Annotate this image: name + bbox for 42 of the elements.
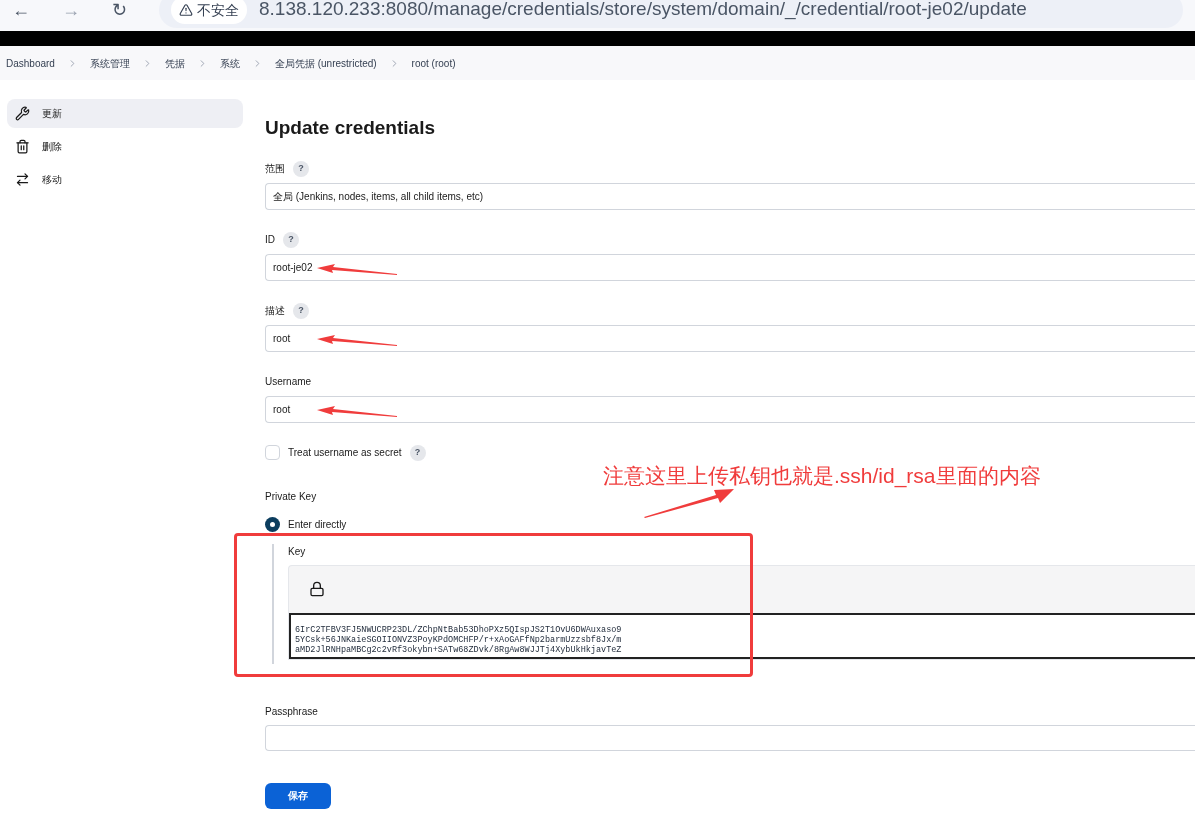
sidebar-item[interactable]: 更新 [7,99,243,128]
field-label: Private Key [265,489,318,504]
breadcrumb-link[interactable]: Dashboard [6,55,55,71]
field-label: ID [265,233,275,247]
breadcrumb-link[interactable]: root (root) [411,55,456,71]
breadcrumb-link[interactable]: 凭据 [164,55,185,71]
url-text: 8.138.120.233:8080/manage/credentials/store/system/domain/_/credential/root-je02/update [259,0,1027,22]
address-bar[interactable]: 不安全 8.138.120.233:8080/manage/credentials/store/system/domain/_/credential/root-je02/update [159,0,1183,28]
annotation-text: 注意这里上传私钥也就是.ssh/id_rsa里面的内容 [603,463,1041,490]
sidebar-item[interactable]: 删除 [7,132,243,161]
lock-icon [309,581,325,597]
checkbox-label: Treat username as secret [288,446,402,460]
reload-button[interactable]: ↻ [112,0,127,24]
radio-label: Enter directly [288,517,347,532]
text-field[interactable]: root [265,395,1195,423]
breadcrumb-link[interactable]: 系统 [219,55,240,71]
key-textarea[interactable]: 6IrC2TFBV3FJ5NWUCRP23DL/ZChpNtBab53DhoPXz5QIspJS2T1OvU6DWAuxaso9 5YCsk+56JNKaieSGOIIONVZ3PoyKPdOMCHFP/r+xAoGAFfNp2barmUzzsbf8Jx/m aMD2JlRNHpaMBCg2c2vRf3okybn+SATw68ZDvk/8RgAw8WJJTj4XybUkHkjavTeZ [289,612,1195,659]
help-icon[interactable]: ? [293,302,309,319]
text-field[interactable]: 全局 (Jenkins, nodes, items, all child items, etc) [265,182,1195,210]
text-field[interactable]: root-je02 [265,253,1195,281]
sidebar-item[interactable]: 移动 [7,165,243,194]
trash-icon [15,139,30,154]
field-label: 范围 [265,162,285,176]
help-icon[interactable]: ? [283,231,299,248]
wrench-icon [15,106,30,121]
security-badge[interactable]: 不安全 [171,0,247,24]
help-icon[interactable]: ? [293,160,309,177]
field-label: Username [265,375,312,389]
text-field[interactable]: root [265,324,1195,352]
field-label: Passphrase [265,704,318,719]
page-title: Update credentials [265,116,436,140]
radio-button[interactable] [265,516,280,532]
breadcrumb-link[interactable]: 系统管理 [89,55,130,71]
back-button[interactable]: ← [12,0,30,24]
field-label: 描述 [265,304,285,318]
arrows-icon [15,172,30,187]
field-label: Key [288,544,306,559]
checkbox[interactable] [265,445,280,460]
text-field[interactable] [265,724,1195,751]
help-icon[interactable]: ? [409,444,426,461]
breadcrumb-link[interactable]: 全局凭据 (unrestricted) [274,55,377,71]
save-button[interactable]: 保存 [265,782,331,809]
